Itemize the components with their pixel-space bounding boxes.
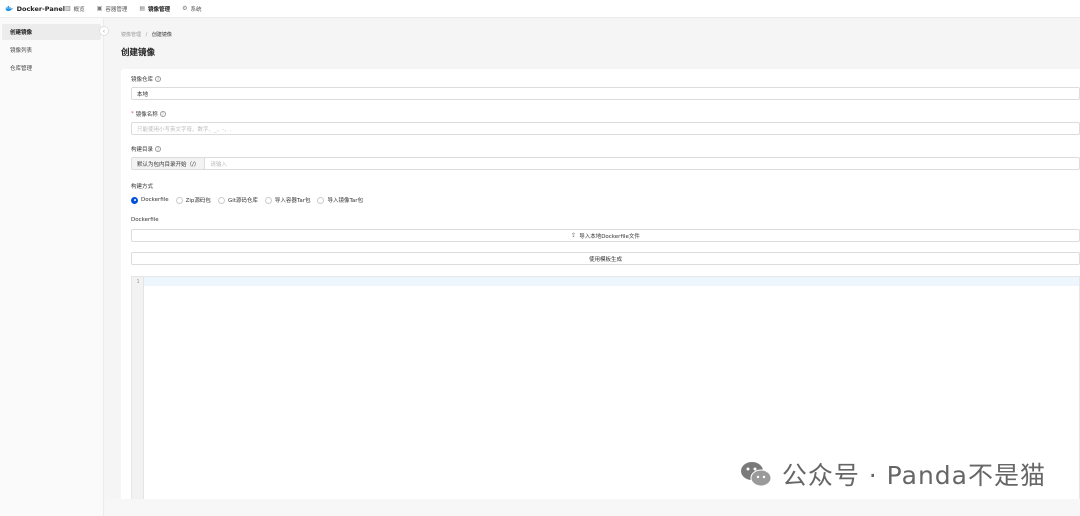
radio-indicator (217, 196, 225, 204)
dockerfile-label: Dockerfile (131, 217, 159, 223)
nav-system[interactable]: ⚙ 系统 (182, 5, 201, 13)
sidebar-item-registry[interactable]: 仓库管理 (2, 60, 101, 76)
radio-git[interactable]: Git源码仓库 (217, 196, 258, 204)
radio-label: Git源码仓库 (227, 198, 258, 204)
nav-label: 镜像管理 (148, 6, 171, 13)
radio-label: Dockerfile (141, 197, 169, 203)
name-label: * 镜像名称 ? (131, 110, 166, 118)
sidebar-item-image-list[interactable]: 镜像列表 (2, 42, 101, 58)
sidebar-item-create-image[interactable]: 创建镜像 (2, 24, 101, 40)
build-dir-label-text: 构建目录 (131, 147, 154, 153)
upload-icon: ⇪ (571, 232, 577, 239)
button-label: 导入本地Dockerfile文件 (579, 233, 640, 240)
radio-indicator (264, 196, 272, 204)
required-mark: * (131, 111, 134, 117)
breadcrumb-current: 创建镜像 (151, 32, 172, 38)
radio-container-tar[interactable]: 导入容器Tar包 (264, 196, 311, 204)
use-template-button[interactable]: 使用模板生成 (131, 252, 1080, 265)
docker-logo-icon (5, 5, 14, 12)
container-icon: ▣ (96, 5, 103, 12)
nav-containers[interactable]: ▣ 容器管理 (97, 5, 128, 13)
watermark-text: 公众号 · Panda不是猫 (781, 461, 1046, 490)
sidebar: 创建镜像 镜像列表 仓库管理 (0, 18, 104, 516)
wechat-icon (740, 462, 772, 487)
repo-label: 镜像仓库 ? (131, 75, 162, 83)
import-dockerfile-button[interactable]: ⇪ 导入本地Dockerfile文件 (131, 229, 1080, 242)
page-title: 创建镜像 (121, 48, 156, 58)
create-image-form: 镜像仓库 ? 本地 * 镜像名称 ? 只能使用小写英文字母、数字、_、-、. 构… (121, 69, 1080, 509)
build-dir-field: 默认为包内目录开始（/） 请输入 (131, 157, 1080, 170)
build-dir-prefix: 默认为包内目录开始（/） (132, 158, 206, 169)
nav-label: 概览 (73, 6, 85, 13)
help-icon[interactable]: ? (155, 76, 162, 82)
help-icon[interactable]: ? (155, 146, 162, 152)
breadcrumb-separator: / (145, 32, 148, 38)
line-number: 1 (136, 279, 140, 285)
image-name-input[interactable]: 只能使用小写英文字母、数字、_、-、. (131, 122, 1080, 135)
button-label: 使用模板生成 (588, 256, 622, 263)
help-icon[interactable]: ? (159, 111, 166, 117)
nav-overview[interactable]: ▥ 概览 (65, 5, 85, 13)
watermark: 公众号 · Panda不是猫 (740, 456, 1046, 492)
radio-zip[interactable]: Zip源码包 (175, 196, 211, 204)
radio-indicator (131, 196, 138, 204)
image-icon: ▤ (139, 5, 146, 12)
radio-label: 导入镜像Tar包 (327, 198, 364, 204)
bottom-strip (105, 499, 1080, 516)
radio-indicator (317, 196, 325, 204)
radio-label: Zip源码包 (185, 198, 211, 204)
radio-label: 导入容器Tar包 (274, 198, 311, 204)
gear-icon: ⚙ (182, 5, 188, 12)
build-dir-label: 构建目录 ? (131, 145, 162, 153)
radio-indicator (175, 196, 183, 204)
nav-label: 系统 (190, 6, 202, 13)
build-method-label: 构建方式 (131, 184, 154, 190)
radio-image-tar[interactable]: 导入镜像Tar包 (317, 196, 363, 204)
nav-label: 容器管理 (105, 6, 128, 13)
build-method-radio-group: Dockerfile Zip源码包 Git源码仓库 导入容器Tar包 导入镜像T… (131, 196, 370, 204)
main-nav: ▥ 概览 ▣ 容器管理 ▤ 镜像管理 ⚙ 系统 (65, 5, 213, 13)
radio-dockerfile[interactable]: Dockerfile (131, 196, 169, 204)
editor-gutter: 1 (132, 277, 144, 508)
top-navbar: Docker-Panel ▥ 概览 ▣ 容器管理 ▤ 镜像管理 ⚙ 系统 (0, 0, 1080, 18)
build-dir-input[interactable]: 请输入 (205, 160, 227, 168)
name-label-text: 镜像名称 (135, 112, 158, 118)
chart-icon: ▥ (65, 5, 71, 12)
repo-select[interactable]: 本地 (131, 87, 1080, 100)
breadcrumb: 镜像管理 / 创建镜像 (121, 31, 172, 38)
breadcrumb-parent[interactable]: 镜像管理 (121, 32, 141, 38)
editor-active-line[interactable] (144, 277, 1079, 286)
brand-name: Docker-Panel (16, 4, 65, 13)
brand[interactable]: Docker-Panel (5, 5, 65, 13)
repo-label-text: 镜像仓库 (131, 77, 154, 83)
nav-images[interactable]: ▤ 镜像管理 (139, 5, 170, 13)
main-content: 镜像管理 / 创建镜像 创建镜像 镜像仓库 ? 本地 * 镜像名称 ? 只能使用… (105, 18, 1080, 516)
